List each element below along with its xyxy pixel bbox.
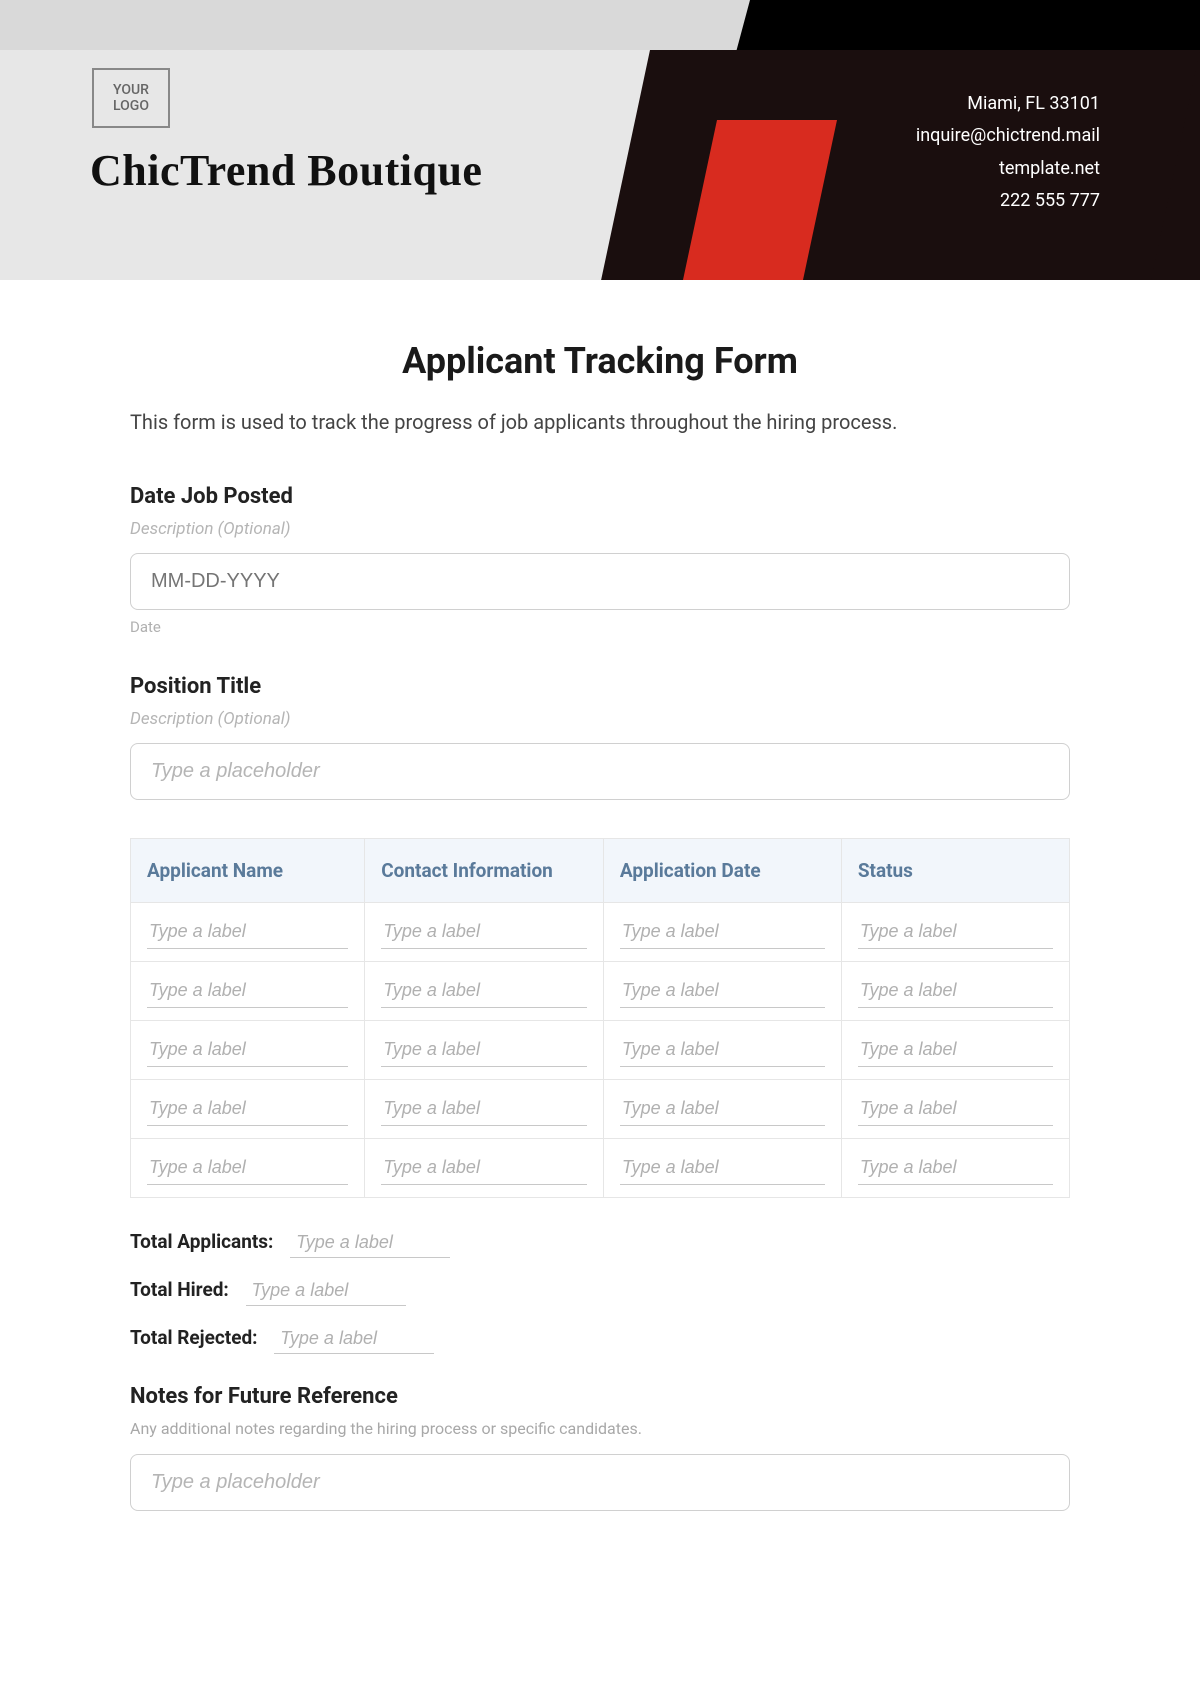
notes-input[interactable] [130, 1454, 1070, 1511]
table-cell-input[interactable] [147, 974, 348, 1008]
table-header-date: Application Date [603, 839, 841, 903]
date-posted-input[interactable] [130, 553, 1070, 610]
table-row [131, 1021, 1070, 1080]
total-hired-row: Total Hired: [130, 1276, 1070, 1306]
logo-placeholder: YOUR LOGO [92, 68, 170, 128]
table-cell-input[interactable] [620, 1033, 825, 1067]
contact-address: Miami, FL 33101 [916, 88, 1100, 120]
applicant-table: Applicant Name Contact Information Appli… [130, 838, 1070, 1198]
form-intro: This form is used to track the progress … [130, 410, 1070, 434]
table-cell-input[interactable] [147, 1151, 348, 1185]
position-title-label: Position Title [130, 674, 1070, 699]
position-title-input[interactable] [130, 743, 1070, 800]
page-title: Applicant Tracking Form [130, 340, 1070, 382]
date-posted-hint: Date [130, 618, 1070, 636]
table-cell-input[interactable] [858, 915, 1053, 949]
total-applicants-input[interactable] [290, 1228, 450, 1258]
form-body: Applicant Tracking Form This form is use… [0, 280, 1200, 1551]
table-row [131, 1139, 1070, 1198]
table-cell-input[interactable] [147, 915, 348, 949]
table-header-contact: Contact Information [365, 839, 604, 903]
table-cell-input[interactable] [381, 1092, 587, 1126]
contact-phone: 222 555 777 [916, 185, 1100, 217]
total-rejected-input[interactable] [274, 1324, 434, 1354]
contact-website: template.net [916, 153, 1100, 185]
table-cell-input[interactable] [858, 1092, 1053, 1126]
table-cell-input[interactable] [858, 1033, 1053, 1067]
date-posted-label: Date Job Posted [130, 484, 1070, 509]
table-cell-input[interactable] [381, 1151, 587, 1185]
table-header-name: Applicant Name [131, 839, 365, 903]
contact-email: inquire@chictrend.mail [916, 120, 1100, 152]
table-row [131, 903, 1070, 962]
table-row [131, 962, 1070, 1021]
contact-info: Miami, FL 33101 inquire@chictrend.mail t… [916, 88, 1100, 218]
table-cell-input[interactable] [381, 1033, 587, 1067]
date-posted-field: Date Job Posted Description (Optional) D… [130, 484, 1070, 636]
company-name: ChicTrend Boutique [90, 145, 482, 196]
total-hired-input[interactable] [246, 1276, 406, 1306]
position-title-field: Position Title Description (Optional) [130, 674, 1070, 800]
table-cell-input[interactable] [147, 1033, 348, 1067]
table-header-status: Status [841, 839, 1069, 903]
table-cell-input[interactable] [858, 1151, 1053, 1185]
notes-field: Notes for Future Reference Any additiona… [130, 1384, 1070, 1511]
total-rejected-label: Total Rejected: [130, 1326, 258, 1349]
table-cell-input[interactable] [858, 974, 1053, 1008]
total-hired-label: Total Hired: [130, 1278, 229, 1301]
table-header-row: Applicant Name Contact Information Appli… [131, 839, 1070, 903]
table-cell-input[interactable] [620, 1092, 825, 1126]
table-cell-input[interactable] [381, 974, 587, 1008]
notes-description: Any additional notes regarding the hirin… [130, 1419, 1070, 1438]
total-applicants-label: Total Applicants: [130, 1230, 273, 1253]
notes-label: Notes for Future Reference [130, 1384, 1070, 1409]
table-row [131, 1080, 1070, 1139]
table-cell-input[interactable] [620, 974, 825, 1008]
position-title-description: Description (Optional) [130, 709, 1070, 729]
table-cell-input[interactable] [147, 1092, 348, 1126]
date-posted-description: Description (Optional) [130, 519, 1070, 539]
table-cell-input[interactable] [381, 915, 587, 949]
total-rejected-row: Total Rejected: [130, 1324, 1070, 1354]
table-cell-input[interactable] [620, 1151, 825, 1185]
header-banner: YOUR LOGO ChicTrend Boutique Miami, FL 3… [0, 0, 1200, 280]
table-cell-input[interactable] [620, 915, 825, 949]
total-applicants-row: Total Applicants: [130, 1228, 1070, 1258]
